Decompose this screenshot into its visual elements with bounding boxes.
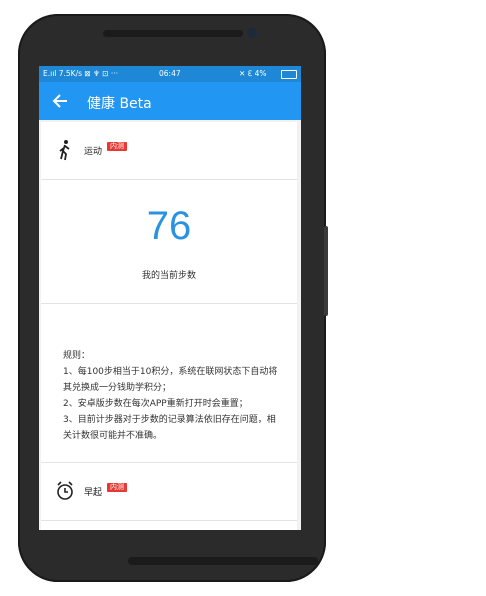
health-card: 运动 内测 76 我的当前步数 规则： 1、每100步相当于10积分，系统在联网… [41, 122, 297, 530]
page-title: 健康 Beta [87, 96, 152, 112]
rules-section: 规则： 1、每100步相当于10积分，系统在联网状态下自动将其兑换成一分钱助学积… [41, 304, 297, 463]
front-camera [247, 28, 257, 38]
battery-icon [281, 70, 297, 79]
status-time: 06:47 [159, 69, 181, 78]
phone-screen: E.ııl 7.5K/s ⊠ ♆ ⊡ ··· 06:47 ✕ ℇ 4% 健康 B… [39, 66, 301, 530]
app-bar: 健康 Beta [39, 82, 301, 120]
exercise-row[interactable]: 运动 内测 [41, 122, 297, 180]
bottom-speaker [128, 557, 318, 565]
exercise-label: 运动 [84, 147, 103, 157]
walking-person-icon [59, 140, 70, 161]
steps-section: 76 我的当前步数 [41, 180, 297, 304]
early-rise-label: 早起 [84, 488, 103, 498]
status-bar: E.ııl 7.5K/s ⊠ ♆ ⊡ ··· 06:47 ✕ ℇ 4% [39, 66, 301, 82]
beta-badge: 内测 [107, 483, 127, 492]
arrow-left-icon[interactable] [51, 92, 69, 110]
status-right: ✕ ℇ 4% [239, 69, 267, 78]
alarm-clock-icon [57, 481, 73, 500]
top-speaker [103, 30, 243, 37]
side-button [324, 226, 328, 316]
step-count-label: 我的当前步数 [141, 271, 196, 281]
early-rise-row[interactable]: 早起 内测 [41, 463, 297, 521]
rules-text: 规则： 1、每100步相当于10积分，系统在联网状态下自动将其兑换成一分钱助学积… [63, 351, 278, 441]
beta-badge: 内测 [107, 142, 127, 151]
status-left: E.ııl 7.5K/s ⊠ ♆ ⊡ ··· [43, 69, 119, 78]
step-count: 76 [146, 204, 192, 248]
